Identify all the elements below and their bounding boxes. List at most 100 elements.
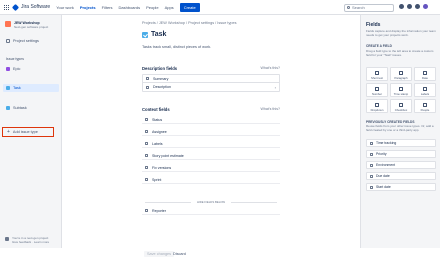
field-fix-versions[interactable]: Fix versions	[142, 164, 280, 172]
avatar[interactable]	[423, 4, 428, 9]
number-icon	[145, 154, 148, 157]
task-icon	[6, 86, 10, 90]
prev-field-due-date[interactable]: Due date	[366, 172, 436, 180]
prev-field-environment[interactable]: Environment	[366, 161, 436, 169]
short-text-icon	[375, 71, 379, 75]
context-fields-heading: Context fields What's this?	[142, 107, 280, 112]
whats-this-link[interactable]: What's this?	[261, 66, 280, 71]
page-title: Task	[142, 31, 166, 38]
nav-apps[interactable]: Apps	[165, 5, 174, 10]
clock-icon	[370, 141, 373, 145]
create-button[interactable]: Create	[179, 2, 200, 12]
main-nav: Your work Projects Filters Dashboards Pe…	[56, 2, 206, 12]
calendar-icon	[370, 174, 373, 178]
learn-more-link[interactable]: Learn more	[34, 240, 49, 244]
field-type-short-text[interactable]: Short text	[366, 67, 388, 81]
sidebar-item-epic[interactable]: Epic	[3, 65, 59, 73]
prev-field-time-tracking[interactable]: Time tracking	[366, 139, 436, 147]
version-icon	[145, 166, 148, 169]
field-type-number[interactable]: Number	[366, 83, 388, 97]
description-fields-list: Summary Description ›	[142, 74, 280, 92]
fields-panel-description: Fields capture and display the informati…	[366, 29, 436, 37]
dropdown-icon	[375, 103, 379, 107]
search-input[interactable]: Search	[344, 3, 394, 12]
field-story-points[interactable]: Story point estimate	[142, 152, 280, 160]
field-labels[interactable]: Labels	[142, 140, 280, 148]
person-icon	[145, 209, 148, 212]
status-icon	[145, 118, 148, 121]
field-summary[interactable]: Summary	[143, 75, 279, 83]
search-icon	[347, 6, 350, 9]
field-description[interactable]: Description ›	[143, 83, 279, 91]
sidebar-item-task[interactable]: Task	[3, 84, 59, 92]
project-type: Next-gen software project	[14, 25, 49, 29]
breadcrumb[interactable]: Projects / JEW Workshop / Project settin…	[142, 21, 236, 25]
nav-your-work[interactable]: Your work	[56, 5, 74, 10]
label-icon	[423, 87, 427, 91]
add-issue-type-button[interactable]: + Add issue type	[2, 127, 54, 137]
priority-icon	[370, 152, 373, 156]
field-sprint[interactable]: Sprint	[142, 176, 280, 184]
main-content: Projects / JEW Workshop / Project settin…	[62, 15, 360, 257]
sidebar-item-subtask[interactable]: Subtask	[3, 104, 59, 112]
issue-type-description[interactable]: Tasks track small, distinct pieces of wo…	[142, 45, 211, 49]
app-switcher-icon[interactable]	[4, 4, 9, 10]
clock-icon	[399, 87, 403, 91]
paragraph-icon	[146, 85, 149, 89]
nav-projects[interactable]: Projects	[80, 5, 96, 10]
field-type-checkbox[interactable]: Checkbox	[390, 99, 412, 113]
give-feedback-link[interactable]: Give feedback	[12, 240, 31, 244]
calendar-icon	[370, 185, 373, 189]
hidden-fields-divider: HIDE FIELDS BELOW	[142, 200, 280, 204]
create-field-help: Drag a field type to the left area to cr…	[366, 49, 434, 57]
sidebar: JEW Workshop Next-gen software project P…	[0, 15, 62, 248]
nav-filters[interactable]: Filters	[102, 5, 113, 10]
issue-types-heading: Issue types	[6, 57, 24, 61]
feedback-block: You're in a next-gen project Give feedba…	[5, 236, 49, 244]
jira-logo[interactable]: Jira Software	[11, 3, 50, 11]
sidebar-item-project-settings[interactable]: Project settings	[3, 37, 59, 45]
back-arrow-icon	[6, 39, 10, 43]
chevron-right-icon: ›	[274, 85, 276, 90]
field-assignee[interactable]: Assignee	[142, 128, 280, 136]
task-icon[interactable]	[142, 31, 148, 38]
subtask-icon	[6, 106, 10, 110]
field-reporter[interactable]: Reporter	[142, 207, 280, 215]
field-type-dropdown[interactable]: Dropdown	[366, 99, 388, 113]
person-icon	[145, 130, 148, 133]
settings-icon[interactable]	[415, 4, 420, 9]
project-header[interactable]: JEW Workshop Next-gen software project	[5, 21, 48, 29]
jira-logo-icon	[11, 3, 20, 11]
nav-dashboards[interactable]: Dashboards	[119, 5, 141, 10]
nav-people[interactable]: People	[146, 5, 158, 10]
sprint-icon	[145, 178, 148, 181]
prev-field-priority[interactable]: Priority	[366, 150, 436, 158]
field-status[interactable]: Status	[142, 116, 280, 124]
field-type-people[interactable]: People	[414, 99, 436, 113]
help-icon[interactable]	[407, 4, 412, 9]
whats-this-link[interactable]: What's this?	[261, 107, 280, 112]
calendar-icon	[423, 71, 427, 75]
fields-panel: Fields Fields capture and display the in…	[360, 15, 440, 248]
field-type-paragraph[interactable]: Paragraph	[390, 67, 412, 81]
field-type-time-stamp[interactable]: Time stamp	[390, 83, 412, 97]
paragraph-icon	[370, 163, 373, 167]
checkbox-icon	[399, 103, 403, 107]
project-avatar	[5, 21, 11, 27]
discard-button[interactable]: Discard	[173, 252, 186, 256]
epic-icon	[6, 67, 10, 71]
text-field-icon	[146, 77, 149, 80]
save-changes-button[interactable]: Save changes	[144, 251, 175, 257]
description-fields-heading: Description fields What's this?	[142, 66, 280, 71]
people-icon	[423, 103, 427, 107]
label-icon	[145, 142, 148, 145]
prev-field-start-date[interactable]: Start date	[366, 183, 436, 191]
plus-icon: +	[7, 129, 10, 135]
notifications-icon[interactable]	[399, 4, 404, 9]
previously-created-help: Reuse fields from your other issue types…	[366, 124, 434, 132]
paragraph-icon	[399, 71, 403, 75]
field-type-labels[interactable]: Labels	[414, 83, 436, 97]
field-type-date[interactable]: Date	[414, 67, 436, 81]
top-icons	[399, 4, 428, 9]
number-icon	[375, 87, 379, 91]
